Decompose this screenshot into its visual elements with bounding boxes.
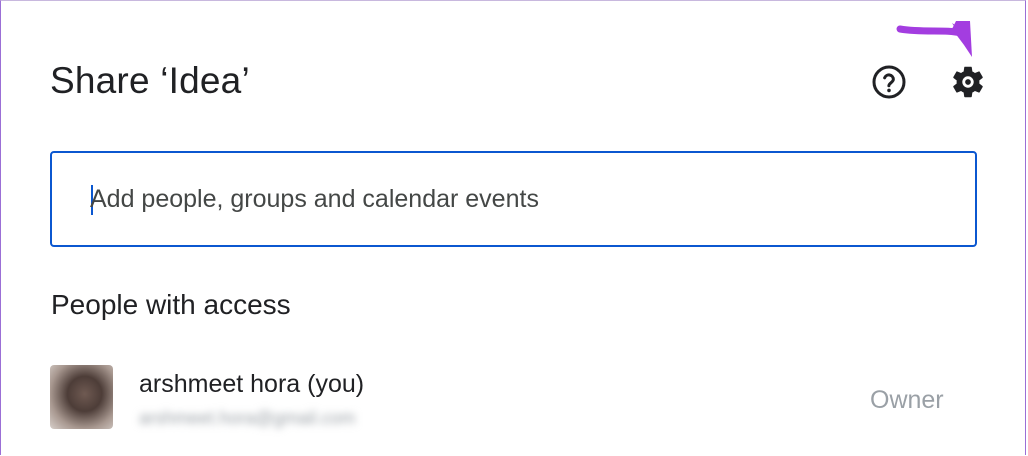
add-people-field[interactable]: [50, 151, 977, 247]
person-email: arshmeet.hora@gmail.com: [139, 408, 356, 428]
help-button[interactable]: [869, 62, 909, 102]
avatar: [50, 365, 113, 429]
add-people-input[interactable]: [90, 153, 950, 245]
role-label: Owner: [870, 386, 944, 414]
dialog-title: Share ‘Idea’: [50, 60, 250, 101]
people-with-access-heading: People with access: [51, 289, 291, 320]
gear-icon: [953, 66, 983, 98]
annotation-arrow-icon: [896, 21, 972, 57]
settings-button[interactable]: [948, 62, 988, 102]
help-circle-icon: [872, 65, 906, 99]
share-dialog: Share ‘Idea’ People with access arshmeet…: [0, 0, 1026, 455]
person-row: arshmeet hora (you) arshmeet.hora@gmail.…: [50, 365, 980, 435]
person-name: arshmeet hora (you): [139, 370, 365, 398]
